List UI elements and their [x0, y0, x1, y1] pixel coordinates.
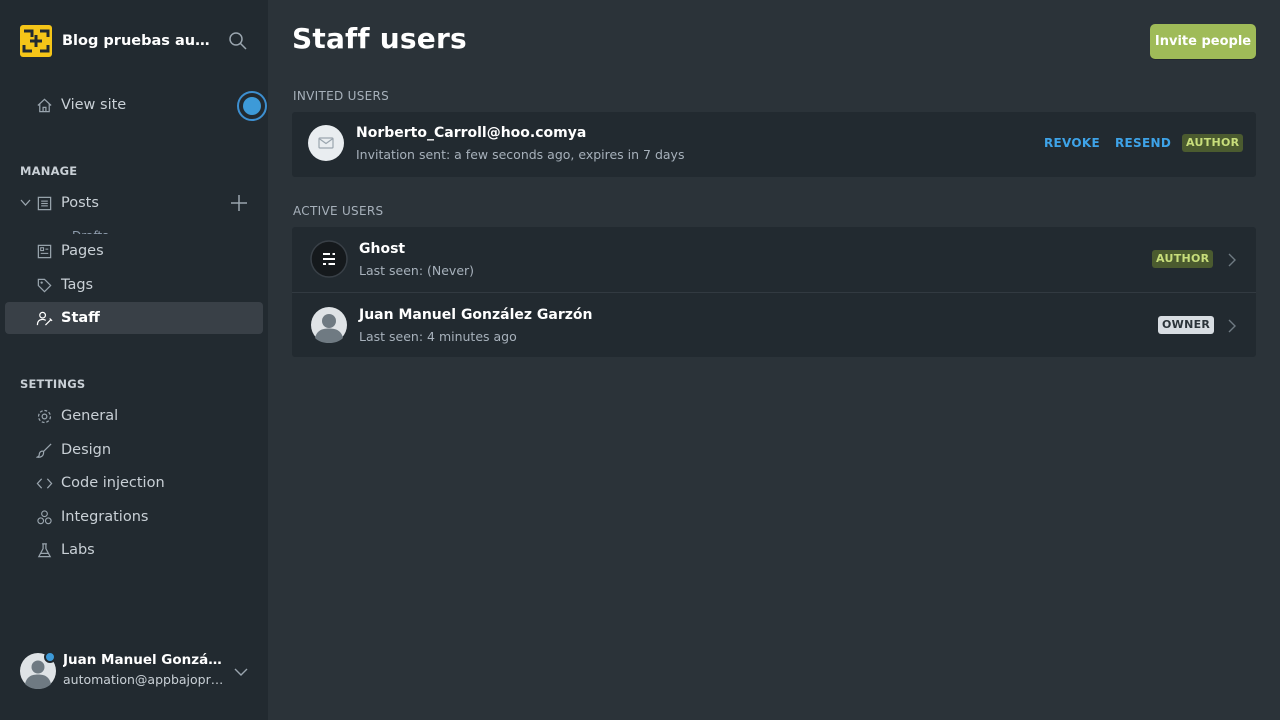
posts-icon	[37, 196, 52, 210]
user-name: Juan Manuel González Garzón	[359, 307, 593, 323]
home-icon	[37, 98, 52, 112]
online-status-dot	[44, 651, 56, 663]
sidebar-item-code-injection[interactable]: Code injection	[5, 467, 263, 499]
integrations-icon	[37, 509, 52, 524]
role-badge: AUTHOR	[1152, 250, 1214, 268]
sidebar-item-staff[interactable]: Staff	[5, 302, 263, 334]
user-name: Ghost	[359, 241, 406, 257]
manage-section-title: MANAGE	[20, 164, 78, 178]
active-users-list: Ghost Last seen: (Never) AUTHOR Juan Man…	[292, 227, 1256, 357]
tag-icon	[37, 278, 52, 293]
invited-user-email: Norberto_Carroll@hoo.comya	[356, 125, 587, 141]
sidebar-item-label: Pages	[61, 243, 104, 259]
chevron-down-icon[interactable]	[233, 664, 249, 680]
notification-indicator[interactable]	[237, 91, 267, 121]
invitation-status: Invitation sent: a few seconds ago, expi…	[356, 147, 685, 162]
sidebar-item-label: View site	[61, 97, 127, 113]
sidebar-item-label: Staff	[61, 310, 100, 326]
sidebar-item-label: Code injection	[61, 475, 165, 491]
sidebar-item-integrations[interactable]: Integrations	[5, 501, 263, 533]
notification-dot	[243, 97, 261, 115]
mail-icon	[308, 125, 344, 161]
sidebar-item-labs[interactable]: Labs	[5, 534, 263, 566]
brand[interactable]: Blog pruebas auto...	[20, 24, 248, 58]
invite-people-button[interactable]: Invite people	[1150, 24, 1256, 59]
invited-users-list: Norberto_Carroll@hoo.comya Invitation se…	[292, 112, 1256, 177]
settings-section-title: SETTINGS	[20, 377, 86, 391]
sidebar-item-label: General	[61, 408, 119, 424]
sidebar-item-posts[interactable]: Posts	[5, 187, 263, 219]
plus-icon[interactable]	[229, 193, 249, 213]
site-logo-icon	[20, 25, 52, 57]
chevron-right-icon	[1228, 253, 1236, 267]
main-content: Staff users Invite people INVITED USERS …	[268, 0, 1280, 720]
invited-user-row: Norberto_Carroll@hoo.comya Invitation se…	[292, 112, 1256, 176]
gear-icon	[37, 409, 52, 423]
code-icon	[36, 477, 53, 489]
last-seen: Last seen: (Never)	[359, 263, 475, 278]
sidebar-item-label: Tags	[61, 277, 94, 293]
sidebar-item-design[interactable]: Design	[5, 434, 263, 466]
sidebar-item-label: Integrations	[61, 509, 149, 525]
sidebar-item-tags[interactable]: Tags	[5, 269, 263, 301]
staff-icon	[36, 311, 53, 326]
sidebar-item-label: Posts	[61, 195, 99, 211]
ghost-avatar-icon	[310, 240, 348, 278]
posts-submenu-peek: Drafts	[72, 229, 132, 234]
sidebar-item-label: Labs	[61, 542, 95, 558]
current-user-name: Juan Manuel Gonzále...	[63, 652, 226, 668]
sidebar-item-label: Design	[61, 442, 112, 458]
resend-button[interactable]: RESEND	[1115, 136, 1171, 150]
brush-icon	[36, 442, 52, 458]
pages-icon	[37, 244, 52, 258]
avatar	[311, 307, 347, 343]
sidebar-item-view-site[interactable]: View site	[5, 89, 263, 121]
revoke-button[interactable]: REVOKE	[1044, 136, 1100, 150]
chevron-right-icon	[1228, 319, 1236, 333]
flask-icon	[37, 542, 52, 557]
page-title: Staff users	[292, 22, 467, 55]
sidebar-item-general[interactable]: General	[5, 400, 263, 432]
sidebar: Blog pruebas auto... View site MANAGE Po…	[0, 0, 268, 720]
last-seen: Last seen: 4 minutes ago	[359, 329, 517, 344]
role-badge: AUTHOR	[1182, 134, 1244, 152]
user-menu[interactable]: Juan Manuel Gonzále... automation@appbaj…	[20, 650, 256, 692]
app-shell: Blog pruebas auto... View site MANAGE Po…	[0, 0, 1280, 720]
role-badge: OWNER	[1158, 316, 1215, 334]
sidebar-item-pages[interactable]: Pages	[5, 235, 263, 267]
search-icon[interactable]	[228, 31, 248, 51]
active-user-row-owner[interactable]: Juan Manuel González Garzón Last seen: 4…	[292, 292, 1256, 357]
current-user-email: automation@appbajopru...	[63, 672, 226, 687]
active-user-row-ghost[interactable]: Ghost Last seen: (Never) AUTHOR	[292, 227, 1256, 292]
invited-users-heading: INVITED USERS	[293, 89, 390, 103]
site-name: Blog pruebas auto...	[62, 33, 214, 49]
active-users-heading: ACTIVE USERS	[293, 204, 384, 218]
